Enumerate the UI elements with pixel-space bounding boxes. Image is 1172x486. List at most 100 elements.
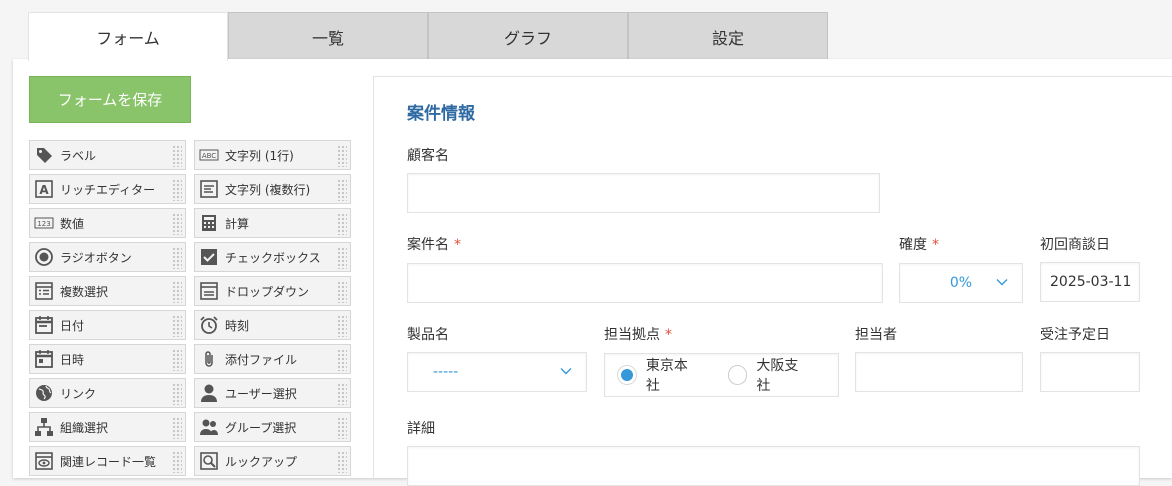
checkbox-icon	[199, 247, 219, 267]
svg-text:ABC: ABC	[202, 152, 216, 160]
group-icon	[199, 417, 219, 437]
drag-handle-icon[interactable]	[172, 349, 182, 371]
palette-item-calendar[interactable]: 日付	[29, 310, 186, 340]
drag-handle-icon[interactable]	[172, 247, 182, 269]
product-label-text: 製品名	[407, 327, 449, 343]
palette-item-related-records[interactable]: 関連レコード一覧	[29, 446, 186, 476]
drag-handle-icon[interactable]	[337, 349, 347, 371]
palette-item-alarm-clock[interactable]: 時刻	[194, 310, 351, 340]
drag-handle-icon[interactable]	[337, 281, 347, 303]
drag-handle-icon[interactable]	[337, 451, 347, 473]
palette-item-user[interactable]: ユーザー選択	[194, 378, 351, 408]
form-editor: フォームを保存 ラベル ABC 文字列 (1行) A リッチエディター 文字列 (複数行)…	[13, 59, 1172, 486]
palette-item-label: ルックアップ	[225, 454, 298, 469]
palette-item-label: ユーザー選択	[225, 386, 297, 401]
multi-select-icon	[34, 281, 54, 301]
palette-item-label: チェックボックス	[225, 250, 321, 265]
palette-item-label: ラジオボタン	[60, 250, 132, 265]
details-label: 詳細	[407, 418, 435, 438]
drag-handle-icon[interactable]	[172, 451, 182, 473]
dropdown-icon	[199, 281, 219, 301]
palette-item-label: リンク	[60, 386, 97, 401]
details-textarea[interactable]	[407, 446, 1140, 486]
palette-item-lookup[interactable]: ルックアップ	[194, 446, 351, 476]
palette-item-multi-select[interactable]: 複数選択	[29, 276, 186, 306]
rich-editor-icon: A	[34, 179, 54, 199]
palette-item-label: 複数選択	[60, 284, 109, 299]
palette-item-rich-editor[interactable]: A リッチエディター	[29, 174, 186, 204]
first-meeting-date-input[interactable]: 2025-03-11	[1040, 262, 1140, 302]
drag-handle-icon[interactable]	[337, 417, 347, 439]
drag-handle-icon[interactable]	[337, 213, 347, 235]
office-label: 担当拠点 *	[604, 324, 672, 344]
palette-item-calendar-time[interactable]: 日時	[29, 344, 186, 374]
certainty-select[interactable]: 0%	[899, 263, 1023, 303]
drag-handle-icon[interactable]	[337, 315, 347, 337]
tab-graph[interactable]: グラフ	[428, 12, 628, 60]
deal-label-text: 案件名	[407, 237, 449, 253]
order-date-input[interactable]	[1040, 352, 1140, 392]
deal-input[interactable]	[407, 263, 883, 303]
palette-item-globe[interactable]: リンク	[29, 378, 186, 408]
customer-label-text: 顧客名	[407, 148, 449, 164]
tab-form[interactable]: フォーム	[28, 12, 228, 61]
palette-item-label: リッチエディター	[60, 182, 156, 197]
palette-item-abc-text[interactable]: ABC 文字列 (1行)	[194, 140, 351, 170]
radio-tokyo[interactable]: 東京本社	[617, 355, 702, 395]
radio-osaka-label: 大阪支社	[756, 358, 799, 394]
drag-handle-icon[interactable]	[337, 247, 347, 269]
product-value: -----	[433, 364, 459, 380]
palette-item-checkbox[interactable]: チェックボックス	[194, 242, 351, 272]
svg-text:A: A	[39, 183, 49, 197]
tab-list[interactable]: 一覧	[228, 12, 428, 60]
palette-item-group[interactable]: グループ選択	[194, 412, 351, 442]
palette-item-label: 組織選択	[60, 420, 109, 435]
required-marker: *	[932, 237, 939, 253]
required-marker: *	[665, 327, 672, 343]
palette-item-org-chart[interactable]: 組織選択	[29, 412, 186, 442]
palette-item-label: ドロップダウン	[225, 284, 310, 299]
palette-item-paperclip[interactable]: 添付ファイル	[194, 344, 351, 374]
palette-item-number-123[interactable]: 123 数値	[29, 208, 186, 238]
calculator-icon	[199, 213, 219, 233]
first-meeting-label-text: 初回商談日	[1040, 237, 1110, 253]
palette-item-label: 添付ファイル	[225, 352, 298, 367]
abc-text-icon: ABC	[199, 145, 219, 165]
product-select[interactable]: -----	[407, 352, 587, 392]
customer-label: 顧客名	[407, 145, 449, 165]
palette-item-label: 計算	[225, 216, 250, 231]
customer-input[interactable]	[407, 173, 880, 213]
palette-item-calculator[interactable]: 計算	[194, 208, 351, 238]
drag-handle-icon[interactable]	[172, 417, 182, 439]
drag-handle-icon[interactable]	[172, 383, 182, 405]
drag-handle-icon[interactable]	[172, 145, 182, 167]
calendar-time-icon	[34, 349, 54, 369]
drag-handle-icon[interactable]	[337, 383, 347, 405]
drag-handle-icon[interactable]	[337, 145, 347, 167]
tab-settings[interactable]: 設定	[628, 12, 828, 60]
product-label: 製品名	[407, 324, 449, 344]
owner-input[interactable]	[855, 352, 1023, 392]
certainty-label: 確度 *	[899, 234, 939, 254]
tab-bar: フォーム 一覧 グラフ 設定	[28, 12, 828, 61]
alarm-clock-icon	[199, 315, 219, 335]
drag-handle-icon[interactable]	[172, 179, 182, 201]
palette-item-dropdown[interactable]: ドロップダウン	[194, 276, 351, 306]
radio-osaka[interactable]: 大阪支社	[727, 355, 813, 395]
palette-item-tag[interactable]: ラベル	[29, 140, 186, 170]
office-label-text: 担当拠点	[604, 327, 660, 343]
save-form-button[interactable]: フォームを保存	[29, 76, 191, 123]
required-marker: *	[454, 237, 461, 253]
drag-handle-icon[interactable]	[172, 281, 182, 303]
multiline-text-icon	[199, 179, 219, 199]
palette-item-label: 数値	[60, 216, 85, 231]
svg-text:123: 123	[37, 220, 50, 228]
palette-item-label: 文字列 (1行)	[225, 148, 294, 163]
order-date-label-text: 受注予定日	[1040, 327, 1110, 343]
drag-handle-icon[interactable]	[172, 213, 182, 235]
palette-item-multiline-text[interactable]: 文字列 (複数行)	[194, 174, 351, 204]
drag-handle-icon[interactable]	[172, 315, 182, 337]
radio-selected-icon	[617, 365, 637, 385]
drag-handle-icon[interactable]	[337, 179, 347, 201]
palette-item-radio[interactable]: ラジオボタン	[29, 242, 186, 272]
